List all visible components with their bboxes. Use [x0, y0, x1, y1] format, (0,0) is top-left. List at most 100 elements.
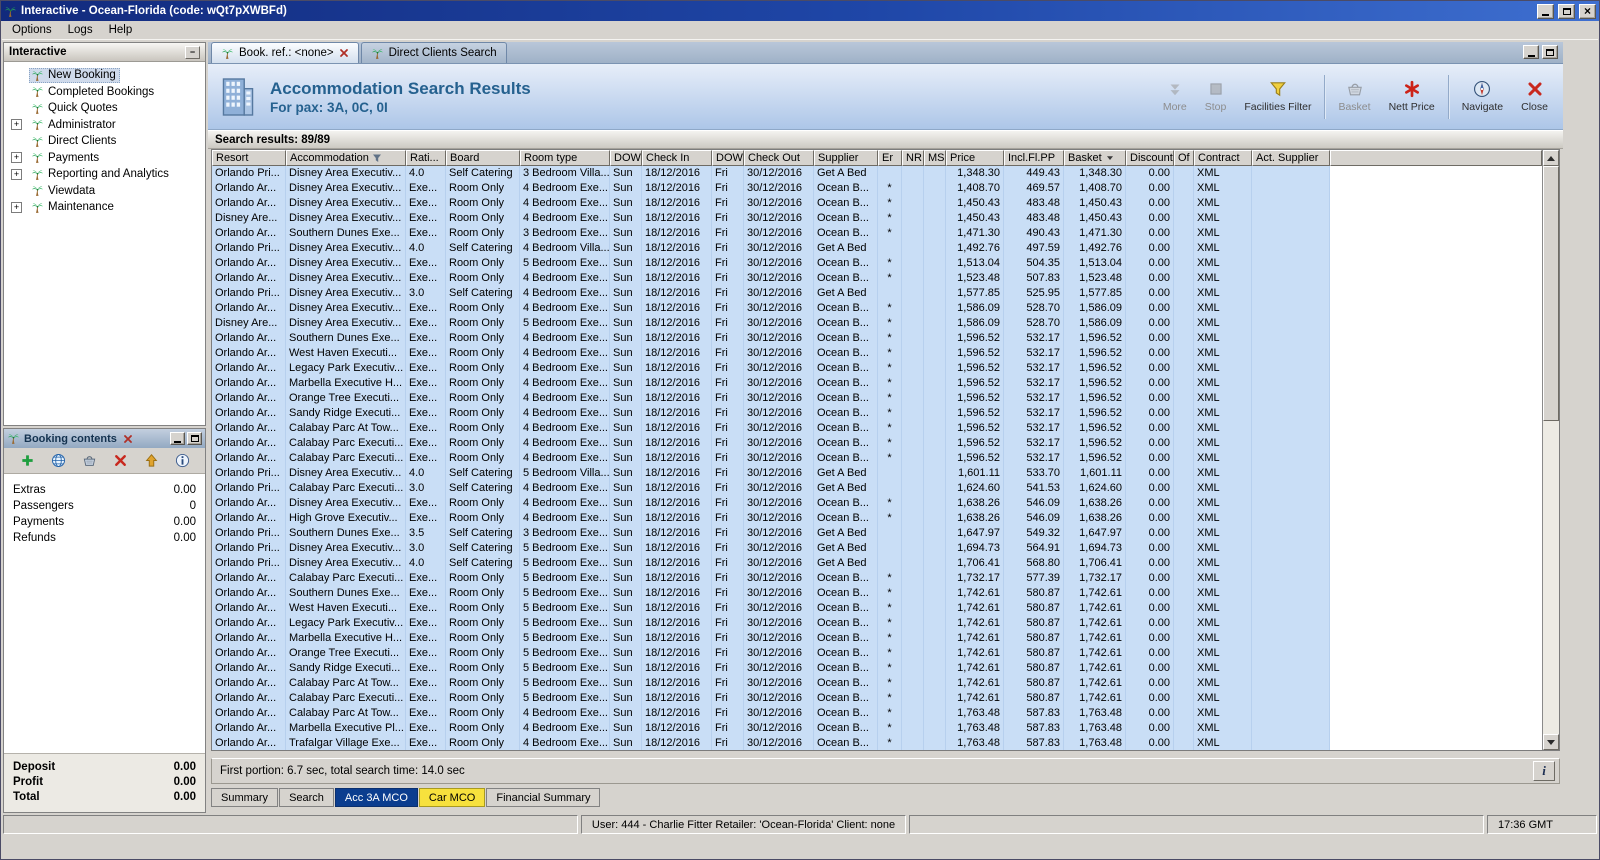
- sidebar-item-maintenance[interactable]: +Maintenance: [4, 199, 205, 216]
- result-row[interactable]: Orlando Ar...Southern Dunes Exe...Exe...…: [212, 331, 1330, 346]
- navigate-button[interactable]: Navigate: [1453, 71, 1512, 123]
- column-header-check-out-8[interactable]: Check Out: [744, 150, 814, 166]
- mdi-restore-button[interactable]: [1542, 45, 1558, 59]
- booking-close-button[interactable]: [121, 432, 135, 445]
- stop-button[interactable]: Stop: [1196, 71, 1236, 123]
- result-row[interactable]: Orlando Ar...Southern Dunes Exe...Exe...…: [212, 586, 1330, 601]
- mdi-minimize-button[interactable]: [1523, 45, 1539, 59]
- result-row[interactable]: Orlando Ar...Calabay Parc Executi...Exe.…: [212, 571, 1330, 586]
- column-header-contract-18[interactable]: Contract: [1194, 150, 1252, 166]
- column-header-discount-16[interactable]: Discount: [1126, 150, 1174, 166]
- sidebar-item-new-booking[interactable]: New Booking: [4, 67, 205, 84]
- move-up-button[interactable]: [142, 452, 160, 470]
- window-minimize-button[interactable]: [1537, 4, 1554, 19]
- close-button[interactable]: Close: [1512, 71, 1557, 123]
- sidebar-item-completed-bookings[interactable]: Completed Bookings: [4, 84, 205, 101]
- result-row[interactable]: Orlando Ar...Orange Tree Executi...Exe..…: [212, 391, 1330, 406]
- scroll-thumb[interactable]: [1543, 166, 1559, 421]
- panel-collapse-button[interactable]: −: [185, 46, 200, 59]
- result-row[interactable]: Orlando Ar...Marbella Executive H...Exe.…: [212, 376, 1330, 391]
- result-row[interactable]: Orlando Ar...Legacy Park Executiv...Exe.…: [212, 361, 1330, 376]
- bottom-tab-financial-summary[interactable]: Financial Summary: [486, 788, 600, 807]
- sidebar-item-payments[interactable]: +Payments: [4, 150, 205, 167]
- result-row[interactable]: Orlando Ar...Sandy Ridge Executi...Exe..…: [212, 661, 1330, 676]
- column-header-dow-7[interactable]: DOW: [712, 150, 744, 166]
- result-row[interactable]: Disney Are...Disney Area Executiv...Exe.…: [212, 316, 1330, 331]
- expander-icon[interactable]: +: [11, 202, 22, 213]
- result-row[interactable]: Orlando Pri...Disney Area Executiv...4.0…: [212, 166, 1330, 181]
- sidebar-item-direct-clients[interactable]: Direct Clients: [4, 133, 205, 150]
- nett-price-button[interactable]: Nett Price: [1380, 71, 1444, 123]
- menu-help[interactable]: Help: [101, 22, 141, 38]
- result-row[interactable]: Orlando Ar...Calabay Parc Executi...Exe.…: [212, 451, 1330, 466]
- result-row[interactable]: Orlando Pri...Calabay Parc Executi...3.0…: [212, 481, 1330, 496]
- bottom-tab-acc-3a-mco[interactable]: Acc 3A MCO: [335, 788, 418, 807]
- column-header-incl-fl-pp-14[interactable]: Incl.Fl.PP: [1004, 150, 1064, 166]
- column-header-supplier-9[interactable]: Supplier: [814, 150, 878, 166]
- column-header-room-type-4[interactable]: Room type: [520, 150, 610, 166]
- tab-close-icon[interactable]: [339, 48, 349, 58]
- more-button[interactable]: More: [1154, 71, 1196, 123]
- scroll-up-button[interactable]: [1543, 150, 1559, 166]
- scroll-track[interactable]: [1543, 166, 1559, 734]
- delete-button[interactable]: [111, 452, 129, 470]
- expander-icon[interactable]: +: [11, 169, 22, 180]
- result-row[interactable]: Orlando Ar...Disney Area Executiv...Exe.…: [212, 196, 1330, 211]
- bottom-tab-search[interactable]: Search: [279, 788, 334, 807]
- window-close-button[interactable]: ×: [1579, 4, 1596, 19]
- menu-options[interactable]: Options: [4, 22, 60, 38]
- result-row[interactable]: Orlando Ar...Disney Area Executiv...Exe.…: [212, 181, 1330, 196]
- column-header-price-13[interactable]: Price: [946, 150, 1004, 166]
- bottom-tab-summary[interactable]: Summary: [211, 788, 278, 807]
- column-header-accommodation-1[interactable]: Accommodation: [286, 150, 406, 166]
- result-row[interactable]: Orlando Ar...Calabay Parc At Tow...Exe..…: [212, 676, 1330, 691]
- vertical-scrollbar[interactable]: [1542, 150, 1559, 750]
- bottom-tab-car-mco[interactable]: Car MCO: [419, 788, 485, 807]
- result-row[interactable]: Orlando Pri...Disney Area Executiv...3.0…: [212, 541, 1330, 556]
- result-row[interactable]: Orlando Ar...Disney Area Executiv...Exe.…: [212, 301, 1330, 316]
- column-header-resort-0[interactable]: Resort: [212, 150, 286, 166]
- column-header-er-10[interactable]: Er: [878, 150, 902, 166]
- column-header-act-supplier-19[interactable]: Act. Supplier: [1252, 150, 1330, 166]
- facilities-filter-button[interactable]: Facilities Filter: [1235, 71, 1320, 123]
- expander-icon[interactable]: +: [11, 119, 22, 130]
- tab-direct-clients-search[interactable]: Direct Clients Search: [361, 42, 507, 63]
- basket-button[interactable]: Basket: [1329, 71, 1379, 123]
- column-header-dow-5[interactable]: DOW: [610, 150, 642, 166]
- basket-add-button[interactable]: [80, 452, 98, 470]
- sidebar-item-reporting-and-analytics[interactable]: +Reporting and Analytics: [4, 166, 205, 183]
- column-header-basket-15[interactable]: Basket: [1064, 150, 1126, 166]
- result-row[interactable]: Orlando Ar...Disney Area Executiv...Exe.…: [212, 256, 1330, 271]
- window-maximize-button[interactable]: [1558, 4, 1575, 19]
- result-row[interactable]: Orlando Ar...Disney Area Executiv...Exe.…: [212, 271, 1330, 286]
- column-header-check-in-6[interactable]: Check In: [642, 150, 712, 166]
- result-row[interactable]: Orlando Ar...Marbella Executive H...Exe.…: [212, 631, 1330, 646]
- world-button[interactable]: [49, 452, 67, 470]
- result-row[interactable]: Orlando Pri...Disney Area Executiv...4.0…: [212, 556, 1330, 571]
- result-row[interactable]: Orlando Ar...Southern Dunes Exe...Exe...…: [212, 226, 1330, 241]
- add-button[interactable]: [18, 452, 36, 470]
- column-header-ms-12[interactable]: MS: [924, 150, 946, 166]
- sidebar-item-quick-quotes[interactable]: Quick Quotes: [4, 100, 205, 117]
- menu-logs[interactable]: Logs: [60, 22, 101, 38]
- column-header-nr-11[interactable]: NR: [902, 150, 924, 166]
- result-row[interactable]: Orlando Ar...West Haven Executi...Exe...…: [212, 346, 1330, 361]
- result-row[interactable]: Orlando Ar...Calabay Parc Executi...Exe.…: [212, 691, 1330, 706]
- result-row[interactable]: Orlando Ar...West Haven Executi...Exe...…: [212, 601, 1330, 616]
- column-header-board-3[interactable]: Board: [446, 150, 520, 166]
- tab-book-ref-none[interactable]: Book. ref.: <none>: [211, 42, 359, 63]
- booking-maximize-button[interactable]: [187, 432, 202, 445]
- result-row[interactable]: Orlando Pri...Disney Area Executiv...3.0…: [212, 286, 1330, 301]
- result-row[interactable]: Disney Are...Disney Area Executiv...Exe.…: [212, 211, 1330, 226]
- column-header-rati-2[interactable]: Rati...: [406, 150, 446, 166]
- scroll-down-button[interactable]: [1543, 734, 1559, 750]
- booking-minimize-button[interactable]: [170, 432, 185, 445]
- result-row[interactable]: Orlando Ar...Orange Tree Executi...Exe..…: [212, 646, 1330, 661]
- info-button[interactable]: [173, 452, 191, 470]
- result-row[interactable]: Orlando Ar...Calabay Parc At Tow...Exe..…: [212, 706, 1330, 721]
- sidebar-item-administrator[interactable]: +Administrator: [4, 117, 205, 134]
- result-row[interactable]: Orlando Ar...Calabay Parc At Tow...Exe..…: [212, 421, 1330, 436]
- result-row[interactable]: Orlando Pri...Disney Area Executiv...4.0…: [212, 241, 1330, 256]
- result-row[interactable]: Orlando Pri...Disney Area Executiv...4.0…: [212, 466, 1330, 481]
- result-row[interactable]: Orlando Ar...Trafalgar Village Exe...Exe…: [212, 736, 1330, 750]
